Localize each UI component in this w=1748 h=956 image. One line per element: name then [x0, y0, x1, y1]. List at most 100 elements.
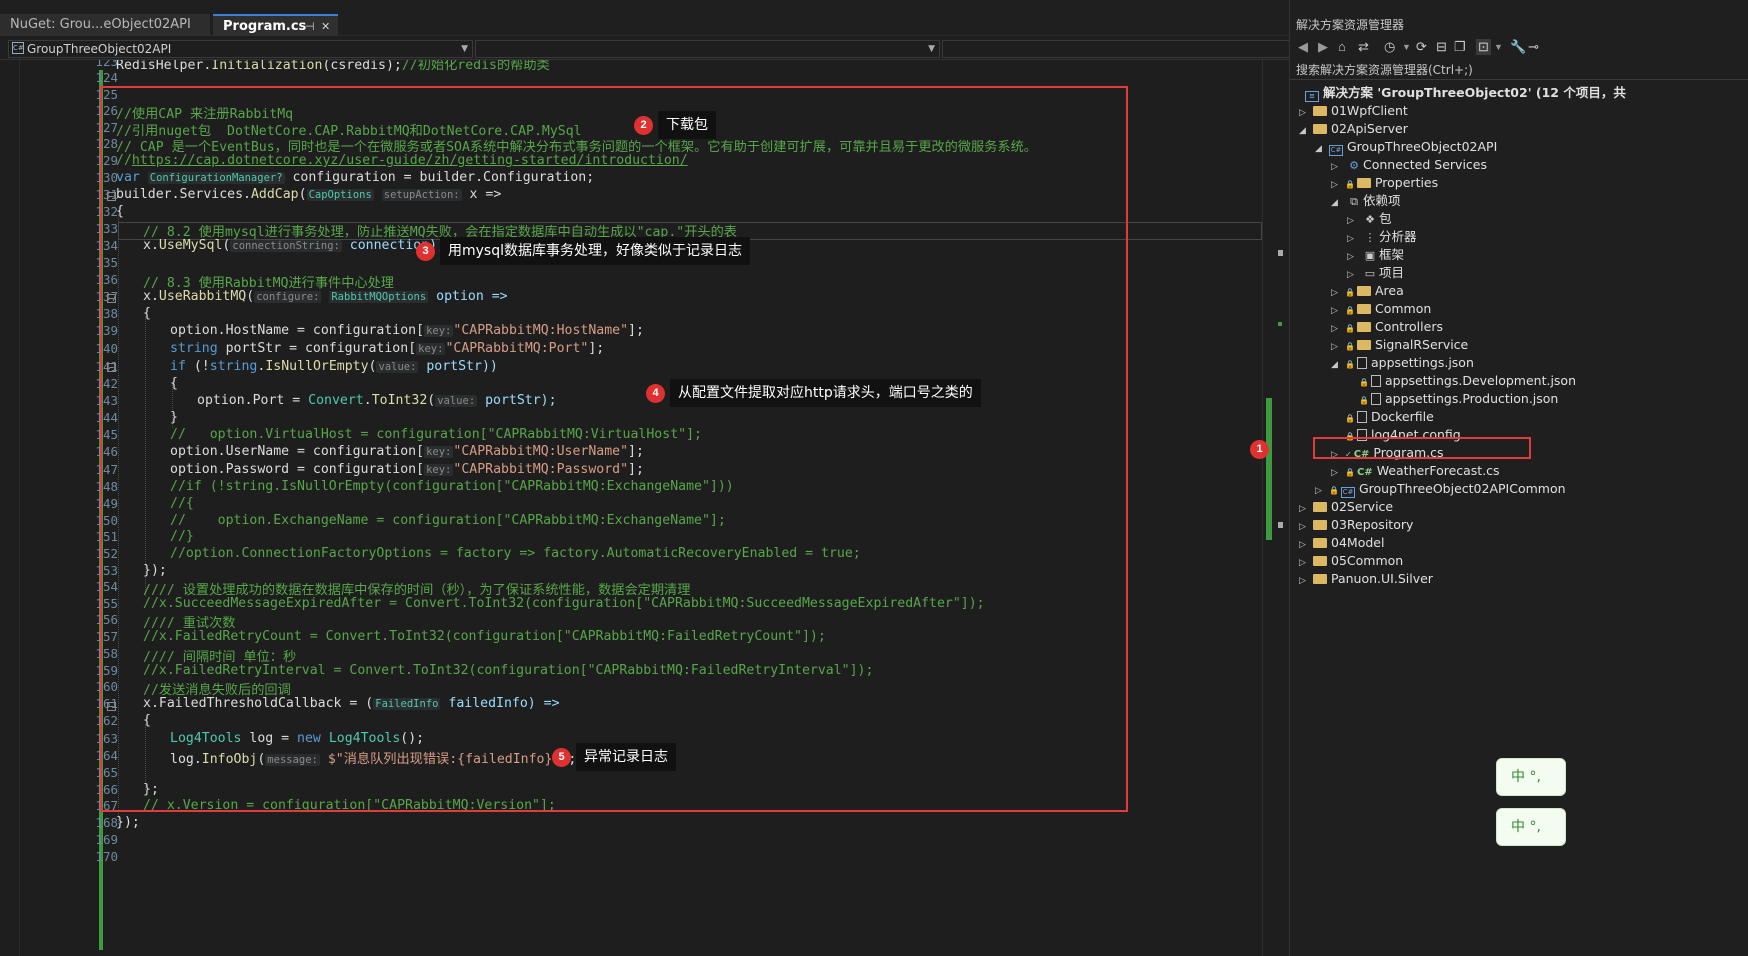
csharp-file-icon: C# — [1356, 467, 1373, 478]
scrollbar-change-region — [1266, 398, 1272, 540]
folder-icon — [1313, 556, 1327, 566]
tree-item-02apiserver[interactable]: ◢ 02ApiServer — [1299, 120, 1408, 138]
tab-nuget[interactable]: NuGet: Grou...eObject02API — [0, 14, 210, 36]
tree-item-04model[interactable]: ▷ 04Model — [1299, 534, 1384, 552]
lock-icon: 🔒 — [1345, 324, 1355, 333]
chevron-down-icon[interactable]: ▼ — [1494, 42, 1503, 52]
line-number: 170 — [95, 849, 118, 864]
folder-icon — [1313, 124, 1327, 134]
tab-program-cs[interactable]: Program.cs ⊣ ✕ — [213, 14, 338, 36]
chevron-down-icon: ▼ — [461, 44, 468, 54]
lock-icon: 🔒 — [1345, 288, 1355, 297]
chevron-down-icon: ▼ — [928, 44, 935, 54]
dependencies-icon: ⧉ — [1350, 195, 1358, 208]
folder-icon — [1313, 574, 1327, 584]
ime-indicator[interactable]: 中 °, — [1496, 758, 1566, 796]
tree-item-analyzers[interactable]: ▷ ⋮ 分析器 — [1347, 228, 1417, 246]
tree-item-signalrservice[interactable]: ▷ 🔒 SignalRService — [1331, 336, 1468, 354]
chevron-down-icon[interactable]: ▼ — [1402, 42, 1411, 52]
navigation-bar: C# GroupThreeObject02API ▼ ▼ ▼ — [0, 38, 1434, 60]
code-line-123: RedisHelper.Initialization(csredis);//初始… — [116, 60, 550, 73]
highlight-box-code — [100, 86, 1128, 812]
home-icon[interactable]: ⌂ — [1338, 39, 1346, 54]
code-editor[interactable]: NuGet: Grou...eObject02API Program.cs ⊣ … — [0, 0, 1434, 956]
lock-icon: 🔒 — [1345, 360, 1355, 369]
tree-item-common[interactable]: ▷ 🔒 Common — [1331, 300, 1431, 318]
callout-mysql-transaction: 用mysql数据库事务处理，好像类似于记录日志 — [440, 237, 750, 265]
tree-item-panuon-ui-silver[interactable]: ▷ Panuon.UI.Silver — [1299, 570, 1433, 588]
tree-item-area[interactable]: ▷ 🔒 Area — [1331, 282, 1404, 300]
json-file-icon — [1370, 375, 1381, 387]
lock-icon: 🔒 — [1345, 468, 1355, 477]
tree-item-controllers[interactable]: ▷ 🔒 Controllers — [1331, 318, 1443, 336]
folder-icon — [1313, 538, 1327, 548]
lock-icon: 🔒 — [1359, 396, 1369, 405]
show-all-files-icon[interactable]: ❐ — [1454, 39, 1466, 55]
csharp-project-icon: C# — [1340, 487, 1355, 498]
tree-item-properties[interactable]: ▷ 🔒 Properties — [1331, 174, 1438, 192]
tree-item-02service[interactable]: ▷ 02Service — [1299, 498, 1393, 516]
tree-solution[interactable]: ≡ 解决方案 'GroupThreeObject02' (12 个项目，共 — [1305, 84, 1626, 102]
callout-badge-2: 2 — [634, 116, 653, 135]
scrollbar-marker — [1278, 522, 1283, 528]
folder-icon — [1356, 178, 1371, 188]
preview-icon[interactable]: ⊡ — [1476, 39, 1491, 55]
tree-item-appsettings[interactable]: ◢ 🔒 appsettings.json — [1331, 354, 1474, 372]
callout-badge-5: 5 — [552, 748, 571, 767]
properties-wrench-icon[interactable]: 🔧 — [1510, 39, 1526, 55]
solution-explorer-title: 解决方案资源管理器 — [1296, 18, 1405, 32]
csharp-project-icon: C# — [1329, 145, 1343, 156]
lock-icon: 🔒 — [1345, 306, 1355, 315]
callout-config-extract: 从配置文件提取对应http请求头，端口号之类的 — [670, 379, 981, 407]
switch-view-icon[interactable]: ⇄ — [1358, 39, 1369, 55]
tree-item-appsettings-production[interactable]: 🔒 appsettings.Production.json — [1359, 390, 1558, 408]
tree-item-03repository[interactable]: ▷ 03Repository — [1299, 516, 1413, 534]
pin-icon[interactable]: ⊸ — [1528, 39, 1539, 55]
tree-item-dockerfile[interactable]: 🔒 Dockerfile — [1345, 408, 1434, 426]
project-reference-icon: ▭ — [1364, 267, 1376, 280]
ime-indicator[interactable]: 中 °, — [1496, 808, 1566, 846]
tree-item-frameworks[interactable]: ▷ ▣ 框架 — [1347, 246, 1404, 264]
forward-icon[interactable]: ▶ — [1318, 39, 1328, 55]
chevron-down-icon: ◢ — [1331, 198, 1338, 208]
chevron-down-icon: ◢ — [1315, 144, 1322, 154]
back-icon[interactable]: ◀ — [1298, 39, 1308, 55]
folder-icon — [1313, 106, 1327, 116]
folder-icon — [1356, 304, 1371, 314]
line-number: 124 — [95, 70, 118, 85]
tab-program-label: Program.cs — [223, 19, 307, 34]
solution-explorer-search[interactable]: 搜索解决方案资源管理器(Ctrl+;) — [1290, 60, 1748, 80]
scrollbar-marker — [1278, 250, 1283, 256]
chevron-down-icon: ◢ — [1331, 360, 1338, 370]
tree-item-appsettings-development[interactable]: 🔒 appsettings.Development.json — [1359, 372, 1576, 390]
code-line-168: }); — [116, 815, 140, 830]
tree-item-packages[interactable]: ▷ ❖ 包 — [1347, 210, 1392, 228]
tree-item-api-project[interactable]: ◢ C# GroupThreeObject02API — [1315, 138, 1497, 156]
tree-item-projects[interactable]: ▷ ▭ 项目 — [1347, 264, 1404, 282]
lock-icon: 🔒 — [1345, 414, 1355, 423]
type-dropdown[interactable]: ▼ — [475, 40, 940, 58]
analyzer-icon: ⋮ — [1364, 231, 1376, 244]
sync-icon[interactable]: ⟳ — [1416, 39, 1427, 55]
editor-vertical-scrollbar[interactable] — [1262, 60, 1284, 956]
chevron-down-icon: ◢ — [1299, 126, 1306, 136]
close-icon[interactable]: ✕ — [321, 16, 330, 38]
tree-item-01wpfclient[interactable]: ▷ 01WpfClient — [1299, 102, 1408, 120]
project-dropdown[interactable]: C# GroupThreeObject02API ▼ — [8, 40, 473, 58]
tree-item-weatherforecast[interactable]: ▷ 🔒 C# WeatherForecast.cs — [1331, 462, 1500, 480]
solution-explorer-toolbar: ◀ ▶ ⌂ ⇄ ◷ ▼ ⟳ ⊟ ❐ ⊡ ▼ 🔧 ⊸ — [1290, 36, 1748, 58]
folder-icon — [1313, 502, 1327, 512]
tree-item-05common[interactable]: ▷ 05Common — [1299, 552, 1403, 570]
tree-item-connected-services[interactable]: ▷ ⚙ Connected Services — [1331, 156, 1487, 174]
callout-download-package: 下载包 — [658, 111, 716, 139]
folder-icon — [1313, 520, 1327, 530]
pending-changes-icon[interactable]: ◷ — [1384, 39, 1395, 55]
pin-icon[interactable]: ⊣ — [305, 16, 315, 38]
framework-icon: ▣ — [1364, 249, 1376, 262]
collapse-all-icon[interactable]: ⊟ — [1436, 39, 1447, 55]
tree-item-dependencies[interactable]: ◢ ⧉ 依赖项 — [1331, 192, 1401, 210]
tree-item-api-common-project[interactable]: ▷ 🔒 C# GroupThreeObject02APICommon — [1315, 480, 1566, 498]
scrollbar-change-mark — [1278, 322, 1282, 326]
lock-icon: 🔒 — [1329, 486, 1339, 495]
project-dropdown-label: GroupThreeObject02API — [27, 42, 172, 56]
